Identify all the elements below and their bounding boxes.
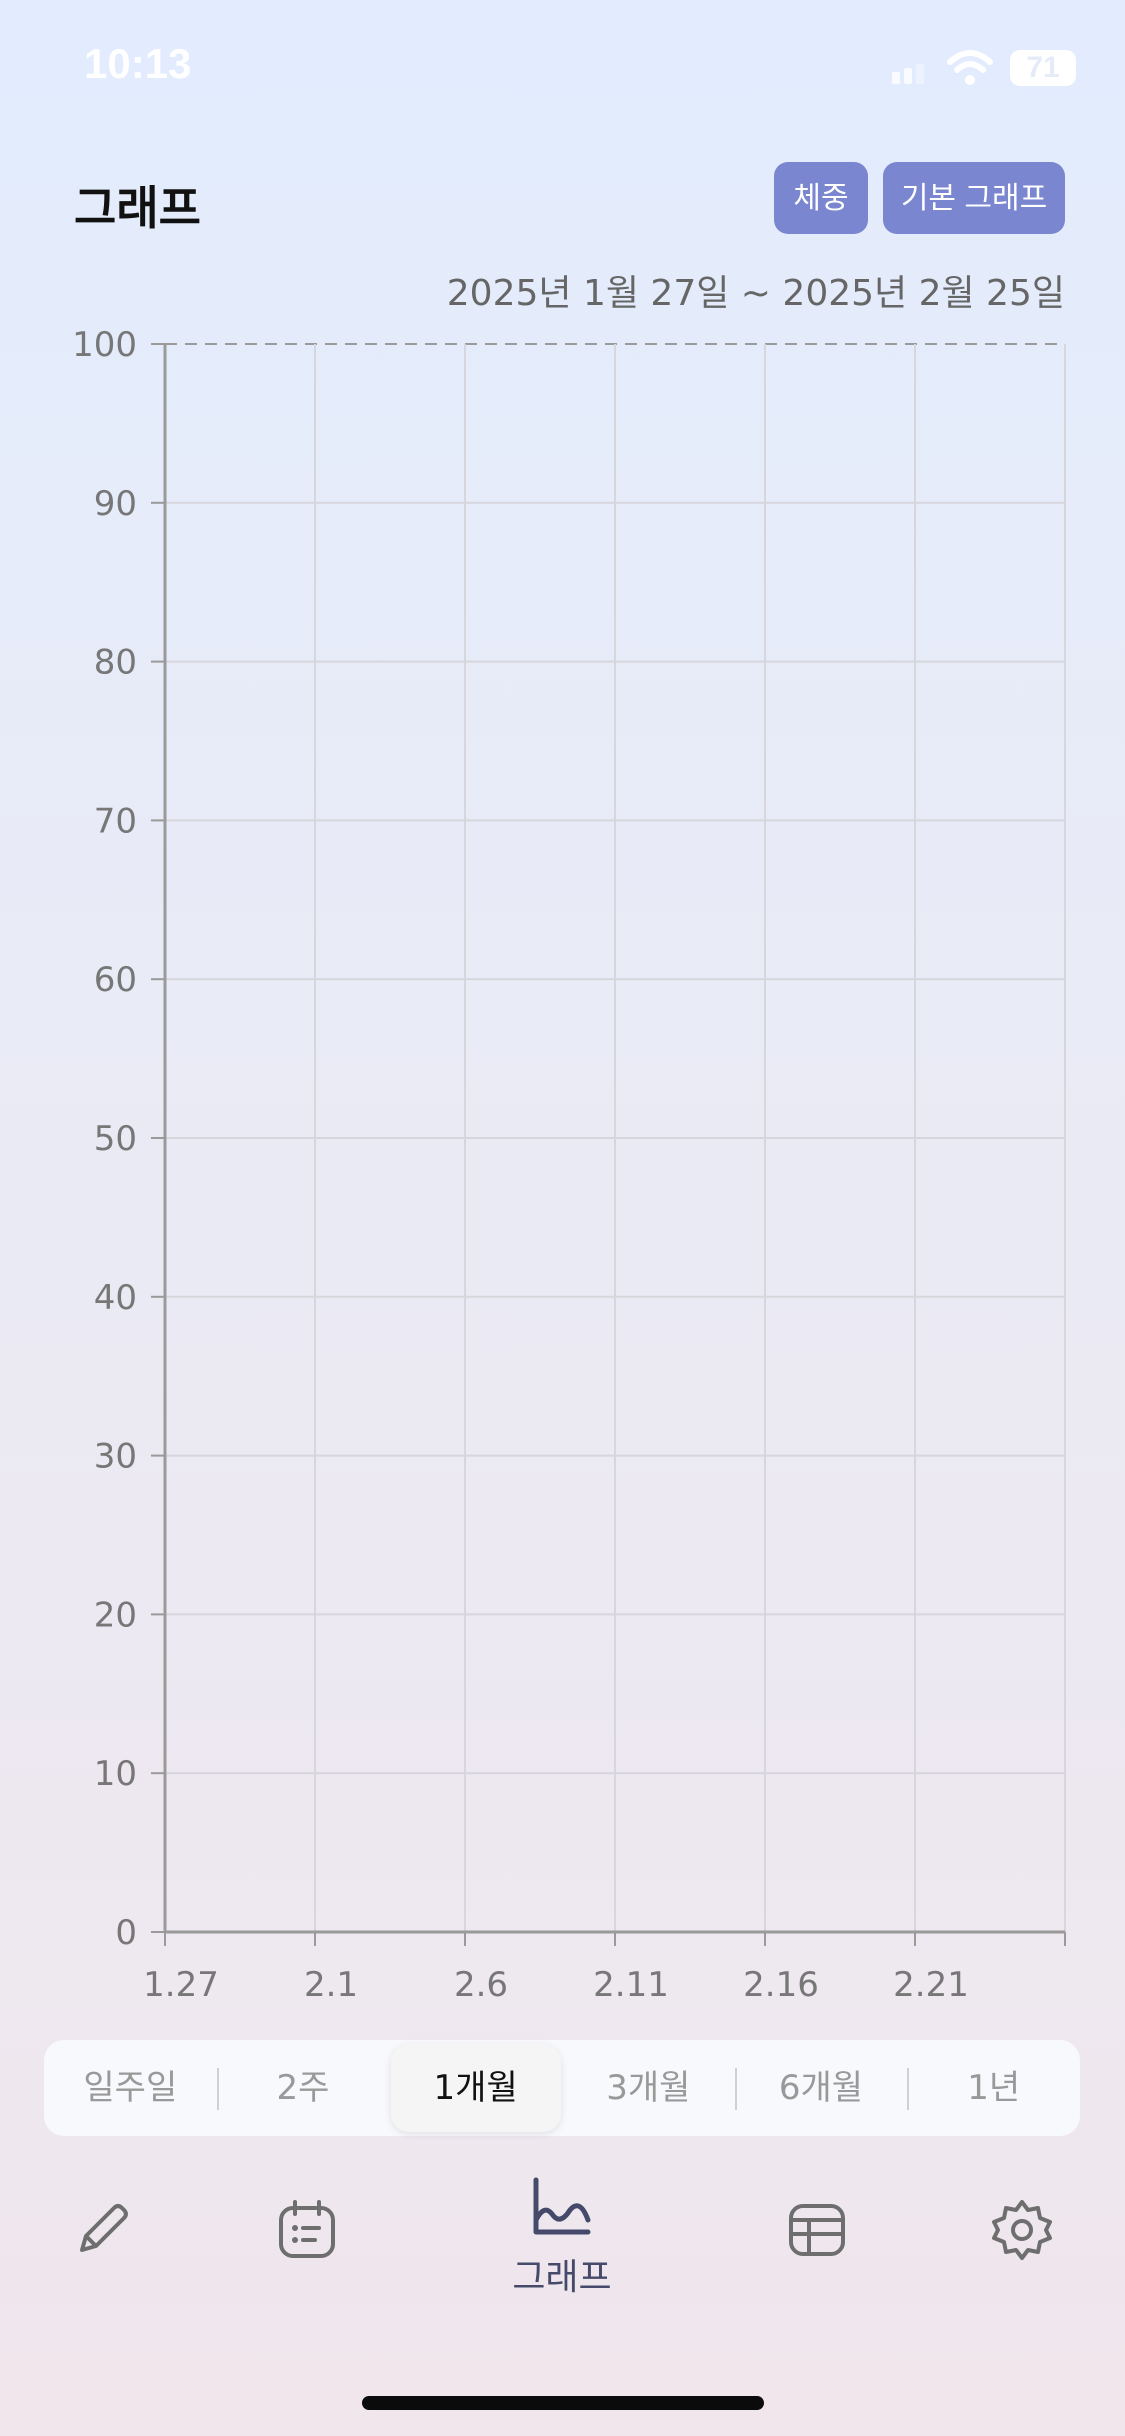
y-tick-label: 100	[72, 325, 137, 365]
basic-graph-button[interactable]: 기본 그래프	[883, 162, 1065, 234]
y-tick-label: 10	[94, 1754, 137, 1794]
signal-icon	[892, 64, 924, 84]
tab-record[interactable]	[42, 2160, 162, 2310]
home-indicator	[362, 2396, 764, 2410]
page-title: 그래프	[74, 181, 201, 235]
y-tick-label: 80	[94, 643, 137, 683]
tab-bar: 그래프	[0, 2160, 1125, 2360]
y-tick-label: 50	[94, 1119, 137, 1159]
pencil-icon	[80, 2204, 128, 2252]
period-option[interactable]: 3개월	[563, 2040, 733, 2136]
tab-settings[interactable]	[962, 2160, 1082, 2310]
y-tick-label: 40	[94, 1278, 137, 1318]
battery-indicator: 71	[1010, 50, 1076, 86]
chart: 0 10 20 30 40 50 60 70 80 90 100 1.27 2.1 2.6 2.11 2.16…	[0, 320, 1125, 2020]
y-tick-label: 90	[94, 484, 137, 524]
y-tick-label: 60	[94, 960, 137, 1000]
x-tick-label: 2.11	[593, 1965, 669, 2005]
date-range: 2025년 1월 27일 ~ 2025년 2월 25일	[446, 273, 1065, 314]
period-option[interactable]: 6개월	[736, 2040, 906, 2136]
x-tick-label: 2.21	[893, 1965, 969, 2005]
x-tick-label: 2.1	[304, 1965, 358, 2005]
x-tick-label: 2.6	[454, 1965, 508, 2005]
calendar-icon	[279, 2200, 335, 2258]
x-tick-label: 2.16	[743, 1965, 819, 2005]
tab-graph[interactable]: 그래프	[502, 2160, 622, 2310]
tab-table[interactable]	[757, 2160, 877, 2310]
graph-icon	[533, 2177, 591, 2235]
status-bar: 10:13 71	[0, 0, 1125, 135]
y-tick-label: 70	[94, 801, 137, 841]
status-time: 10:13	[84, 40, 192, 87]
period-option[interactable]: 2주	[218, 2040, 388, 2136]
chart-svg: 0 10 20 30 40 50 60 70 80 90 100 1.27 2.1 2.6 2.11 2.16…	[72, 325, 1066, 2005]
y-tick-label: 20	[94, 1595, 137, 1635]
x-tick-label: 1.27	[143, 1965, 219, 2005]
table-icon	[789, 2204, 845, 2256]
tab-calendar[interactable]	[247, 2160, 367, 2310]
period-option[interactable]: 1개월	[390, 2044, 561, 2132]
period-selector: 일주일 2주 1개월 3개월 6개월 1년	[44, 2040, 1080, 2136]
wifi-icon	[947, 50, 993, 85]
y-tick-label: 0	[115, 1913, 137, 1953]
period-option[interactable]: 일주일	[45, 2040, 215, 2136]
weight-button[interactable]: 체중	[774, 162, 868, 234]
period-option[interactable]: 1년	[909, 2040, 1079, 2136]
gear-icon	[992, 2200, 1052, 2260]
y-tick-label: 30	[94, 1437, 137, 1477]
tab-graph-label: 그래프	[512, 2257, 612, 2298]
